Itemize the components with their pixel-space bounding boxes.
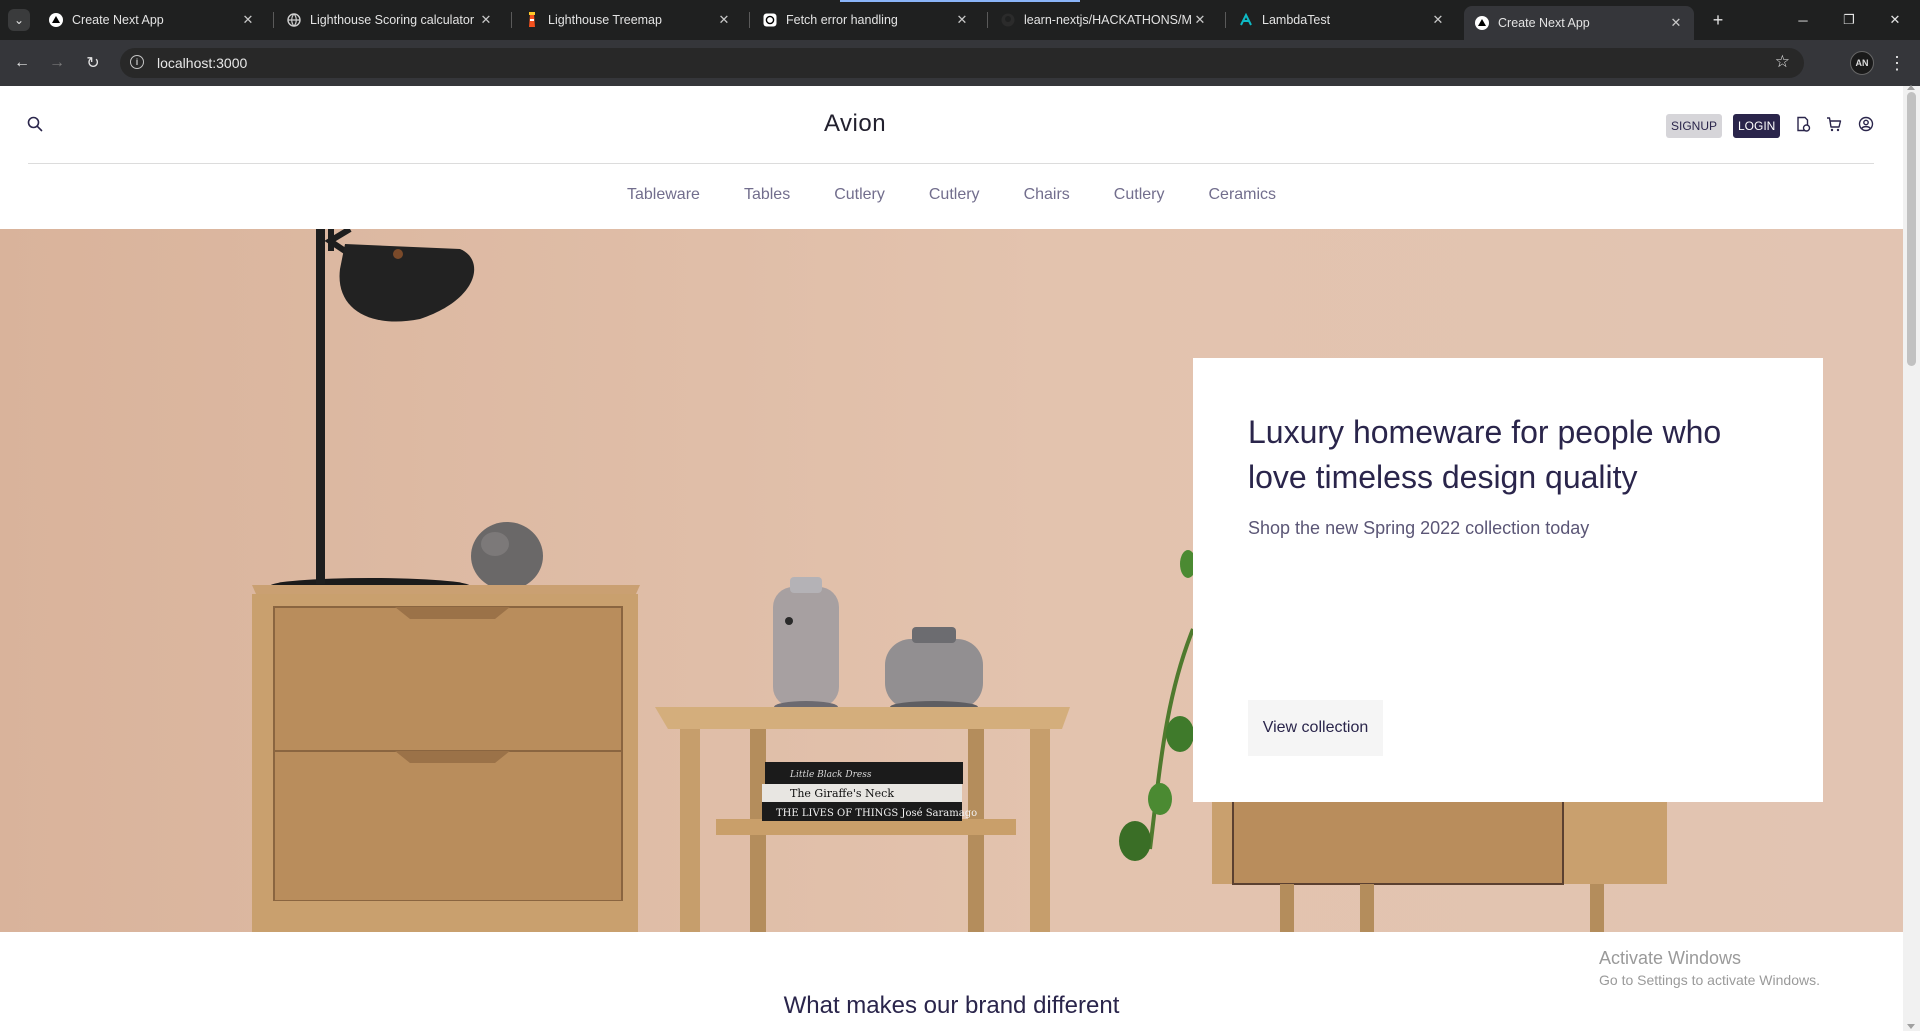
hero-title: Luxury homeware for people who love time… [1248,414,1722,495]
close-tab-icon[interactable]: ✕ [478,12,494,28]
tab-divider [273,12,274,28]
tab-create-next-app-1[interactable]: Create Next App ✕ [38,0,266,40]
brand-different-heading: What makes our brand different [783,992,1120,1019]
hero-section: Little Black Dress The Giraffe's Neck TH… [0,229,1903,932]
tab-title: learn-nextjs/HACKATHONS/Ma [1024,13,1192,27]
book-spine-3: THE LIVES OF THINGS José Saramago [776,808,977,819]
forward-icon[interactable]: → [45,51,69,75]
url-text: localhost:3000 [157,55,248,71]
site-logo[interactable]: Avion [0,110,1710,138]
scrollbar-thumb[interactable] [1907,92,1916,366]
tab-title: Fetch error handling [786,13,898,27]
site-info-icon[interactable]: i [130,55,144,69]
glass-vases [773,577,983,713]
globe-icon [286,12,302,28]
tab-title: Lighthouse Scoring calculator [310,13,474,27]
tab-title: LambdaTest [1262,13,1331,27]
back-icon[interactable]: ← [10,51,34,75]
hero-subtitle: Shop the new Spring 2022 collection toda… [1248,518,1590,538]
tab-divider [749,12,750,28]
browser-tab-strip: ⌄ Create Next App ✕ Lighthouse Scoring c… [0,0,1920,40]
user-account-icon[interactable] [1858,116,1874,132]
nav-link-cutlery[interactable]: Cutlery [929,186,980,204]
browser-menu-icon[interactable]: ⋮ [1888,51,1906,75]
page-scrollbar[interactable] [1903,85,1920,1031]
wooden-nightstand-left [252,585,640,932]
book-spine-2: The Giraffe's Neck [790,787,894,800]
tab-divider [1225,12,1226,28]
triangle-icon [48,12,64,28]
tab-divider [511,12,512,28]
windows-activation-watermark: Activate Windows Go to Settings to activ… [1599,948,1820,988]
nav-link-cutlery[interactable]: Cutlery [834,186,885,204]
nav-link-ceramics[interactable]: Ceramics [1208,186,1276,204]
openai-icon [762,12,778,28]
watermark-line-2: Go to Settings to activate Windows. [1599,972,1820,988]
category-nav: Tableware Tables Cutlery Cutlery Chairs … [0,186,1903,216]
new-tab-button[interactable]: + [1706,8,1730,32]
tab-create-next-app-active[interactable]: Create Next App ✕ [1464,6,1694,40]
watermark-line-1: Activate Windows [1599,948,1742,968]
close-tab-icon[interactable]: ✕ [954,12,970,28]
tab-divider [987,12,988,28]
close-tab-icon[interactable]: ✕ [1668,15,1684,31]
desk-lamp [270,229,475,594]
bookmark-star-icon[interactable]: ☆ [1775,52,1790,72]
nav-link-tableware[interactable]: Tableware [627,186,700,204]
book-spine-1: Little Black Dress [789,770,872,780]
scroll-down-arrow-icon[interactable] [1907,1024,1915,1029]
plant [1119,550,1196,861]
lighthouse-icon [524,12,540,28]
address-bar[interactable]: i localhost:3000 ☆ [120,48,1804,78]
tab-lighthouse-scoring[interactable]: Lighthouse Scoring calculator ✕ [276,0,504,40]
triangle-icon [1474,15,1490,31]
scroll-up-arrow-icon[interactable] [1907,85,1915,90]
close-window-icon[interactable]: ✕ [1872,0,1918,40]
nav-link-cutlery[interactable]: Cutlery [1114,186,1165,204]
book-stack: Little Black Dress The Giraffe's Neck TH… [762,762,977,821]
tab-github-learn-nextjs[interactable]: learn-nextjs/HACKATHONS/Ma ✕ [990,0,1218,40]
cart-icon[interactable] [1826,116,1842,132]
minimize-icon[interactable]: ─ [1780,0,1826,40]
page-viewport: Avion SIGNUP LOGIN Tableware Tables Cutl… [0,86,1903,1031]
tab-fetch-error-handling[interactable]: Fetch error handling ✕ [752,0,980,40]
restore-icon[interactable]: ❐ [1826,0,1872,40]
close-tab-icon[interactable]: ✕ [1430,12,1446,28]
profile-avatar-icon[interactable]: AN [1850,51,1874,75]
close-tab-icon[interactable]: ✕ [716,12,732,28]
tab-title: Create Next App [72,13,164,27]
signup-button[interactable]: SIGNUP [1666,114,1723,138]
header-divider [28,163,1874,164]
view-collection-button[interactable]: View collection [1248,700,1383,756]
github-icon [1000,12,1016,28]
login-button[interactable]: LOGIN [1733,114,1781,138]
browser-toolbar: ← → ↻ i localhost:3000 ☆ [0,40,1920,86]
close-tab-icon[interactable]: ✕ [1192,12,1208,28]
grey-vase [471,522,543,590]
tab-lighthouse-treemap[interactable]: Lighthouse Treemap ✕ [514,0,742,40]
site-header: Avion SIGNUP LOGIN [0,86,1903,164]
hero-card: Luxury homeware for people who love time… [1193,358,1823,802]
wishlist-icon[interactable] [1795,116,1811,132]
nav-link-chairs[interactable]: Chairs [1024,186,1070,204]
tab-title: Create Next App [1498,16,1590,30]
reload-icon[interactable]: ↻ [81,51,105,75]
nav-link-tables[interactable]: Tables [744,186,790,204]
tab-title: Lighthouse Treemap [548,13,662,27]
tab-lambdatest[interactable]: LambdaTest ✕ [1228,0,1456,40]
tab-search-button[interactable]: ⌄ [8,9,30,31]
lambdatest-icon [1238,12,1254,28]
close-tab-icon[interactable]: ✕ [240,12,256,28]
